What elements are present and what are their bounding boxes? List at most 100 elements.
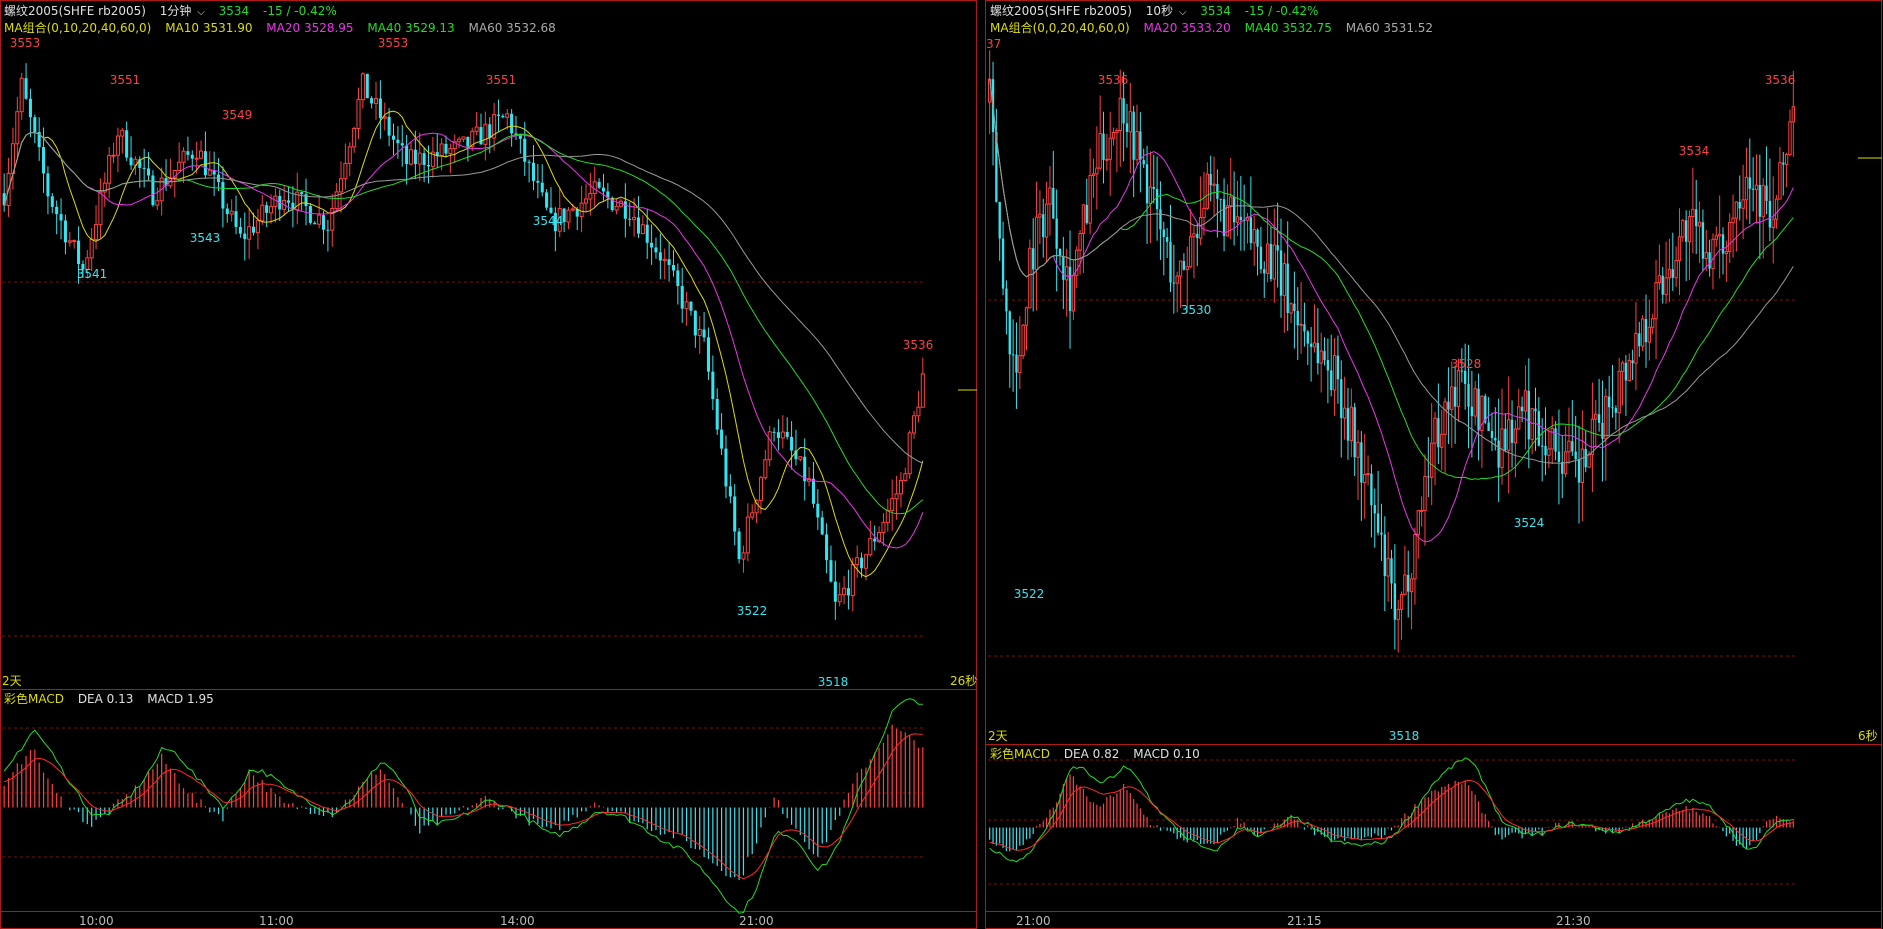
left-candle-body <box>706 337 710 372</box>
left-candle-body <box>829 560 833 582</box>
right-candle-body <box>1430 442 1434 478</box>
right-candle-body <box>1416 510 1420 535</box>
left-candle-body <box>711 371 715 400</box>
left-candle-body <box>199 150 204 159</box>
right-candle-body <box>1272 244 1276 280</box>
chevron-down-icon[interactable]: ⌵ <box>1179 7 1187 18</box>
left-candle-body <box>724 448 728 487</box>
right-candle-body <box>1021 324 1025 357</box>
left-candle-body <box>444 143 448 154</box>
right-candle-body <box>1256 229 1259 247</box>
right-price-annotation: 3530 <box>1181 303 1212 317</box>
right-candle-body <box>1296 310 1299 326</box>
right-candle-body <box>1105 158 1109 161</box>
right-candle-body <box>1544 445 1547 456</box>
right-candle-body <box>1604 396 1608 440</box>
right-candle-body <box>1567 440 1571 453</box>
left-candle-body <box>326 229 330 231</box>
right-candle-body <box>1342 407 1347 419</box>
left-candle-body <box>334 191 339 209</box>
right-candle-body <box>1111 132 1116 139</box>
left-candle-body <box>203 151 207 176</box>
right-candle-body <box>1731 217 1735 224</box>
right-candle-body <box>1142 160 1145 165</box>
right-macd-value: MACD 0.10 <box>1133 747 1200 761</box>
left-candle-body <box>94 224 99 240</box>
right-candle-body <box>1577 459 1581 483</box>
left-price-annotation: 3549 <box>222 108 253 122</box>
left-candle-body <box>115 135 120 156</box>
right-candle-body <box>1510 419 1514 443</box>
right-candle-body <box>1399 593 1404 610</box>
right-candle-body <box>1276 245 1279 251</box>
right-candle-body <box>1490 430 1494 438</box>
right-candle-body <box>1102 133 1105 160</box>
right-candle-body <box>1068 266 1072 311</box>
right-candle-body <box>1674 259 1678 279</box>
left-candle-body <box>811 478 815 504</box>
left-candle-body <box>356 99 361 129</box>
right-candle-body <box>1282 263 1287 297</box>
left-candle-body <box>570 208 575 211</box>
right-period-dropdown[interactable]: 10秒 <box>1146 4 1173 18</box>
right-time-label: 21:00 <box>1016 914 1051 928</box>
right-macd-indicator-name[interactable]: 彩色MACD <box>990 747 1050 761</box>
left-candle-body <box>907 432 912 475</box>
left-time-label: 10:00 <box>79 914 114 928</box>
right-candle-body <box>1607 396 1611 408</box>
right-candle-body <box>1336 355 1340 380</box>
chevron-down-icon[interactable]: ⌵ <box>197 7 205 18</box>
left-candle-body <box>89 238 94 259</box>
left-candle-body <box>286 200 291 203</box>
right-candle-body <box>1557 451 1561 462</box>
right-candle-body <box>1640 318 1645 347</box>
left-candle-body <box>15 111 20 145</box>
left-period-dropdown[interactable]: 1分钟 <box>160 4 192 18</box>
left-candle-body <box>881 521 886 533</box>
ma20-value: MA20 3528.95 <box>266 21 354 35</box>
left-time-label: 11:00 <box>259 914 294 928</box>
right-candle-body <box>1784 154 1789 165</box>
right-candle-body <box>1316 342 1320 364</box>
left-candle-body <box>483 123 488 145</box>
right-candle-body <box>1370 473 1373 506</box>
left-panel-frame <box>0 0 977 929</box>
left-candle-body <box>676 270 680 287</box>
left-macd-indicator-name[interactable]: 彩色MACD <box>4 692 64 706</box>
right-candle-body <box>1373 505 1376 514</box>
left-candle-body <box>531 162 536 181</box>
left-candle-body <box>400 143 404 146</box>
right-price-annotation: 3536 <box>1765 73 1796 87</box>
left-candle-body <box>255 220 260 234</box>
right-candle-body <box>1661 275 1664 295</box>
right-candle-body <box>1691 208 1695 218</box>
right-candle-body <box>1162 229 1165 238</box>
left-candle-body <box>890 498 895 511</box>
right-candle-body <box>1269 244 1273 280</box>
right-ma40-value: MA40 3532.75 <box>1244 21 1332 35</box>
right-candle-body <box>1587 453 1591 468</box>
right-candle-body <box>1155 189 1159 210</box>
right-candle-body <box>1028 247 1032 309</box>
left-candle-body <box>715 399 719 430</box>
left-candle-body <box>181 150 186 163</box>
right-candle-body <box>1178 260 1183 277</box>
left-ma-indicator-name[interactable]: MA组合(0,10,20,40,60,0) <box>4 21 151 35</box>
right-ma-indicator-name[interactable]: MA组合(0,0,20,40,60,0) <box>990 21 1130 35</box>
right-candle-body <box>1332 355 1337 391</box>
right-candle-body <box>1376 513 1380 533</box>
right-candle-body <box>1667 268 1672 279</box>
right-candle-body <box>1118 97 1122 131</box>
right-candle-body <box>1188 236 1193 268</box>
right-candle-body <box>1423 475 1427 511</box>
right-candle-body <box>1081 204 1086 234</box>
left-candle-body <box>125 130 129 158</box>
left-candle-body <box>680 286 684 309</box>
right-candle-body <box>1594 413 1598 420</box>
right-candle-body <box>1386 557 1390 577</box>
ma40-value: MA40 3529.13 <box>367 21 455 35</box>
left-candle-body <box>684 301 689 310</box>
right-candle-body <box>1122 98 1125 124</box>
right-price-annotation: 3522 <box>1014 587 1045 601</box>
left-candle-body <box>50 196 54 207</box>
